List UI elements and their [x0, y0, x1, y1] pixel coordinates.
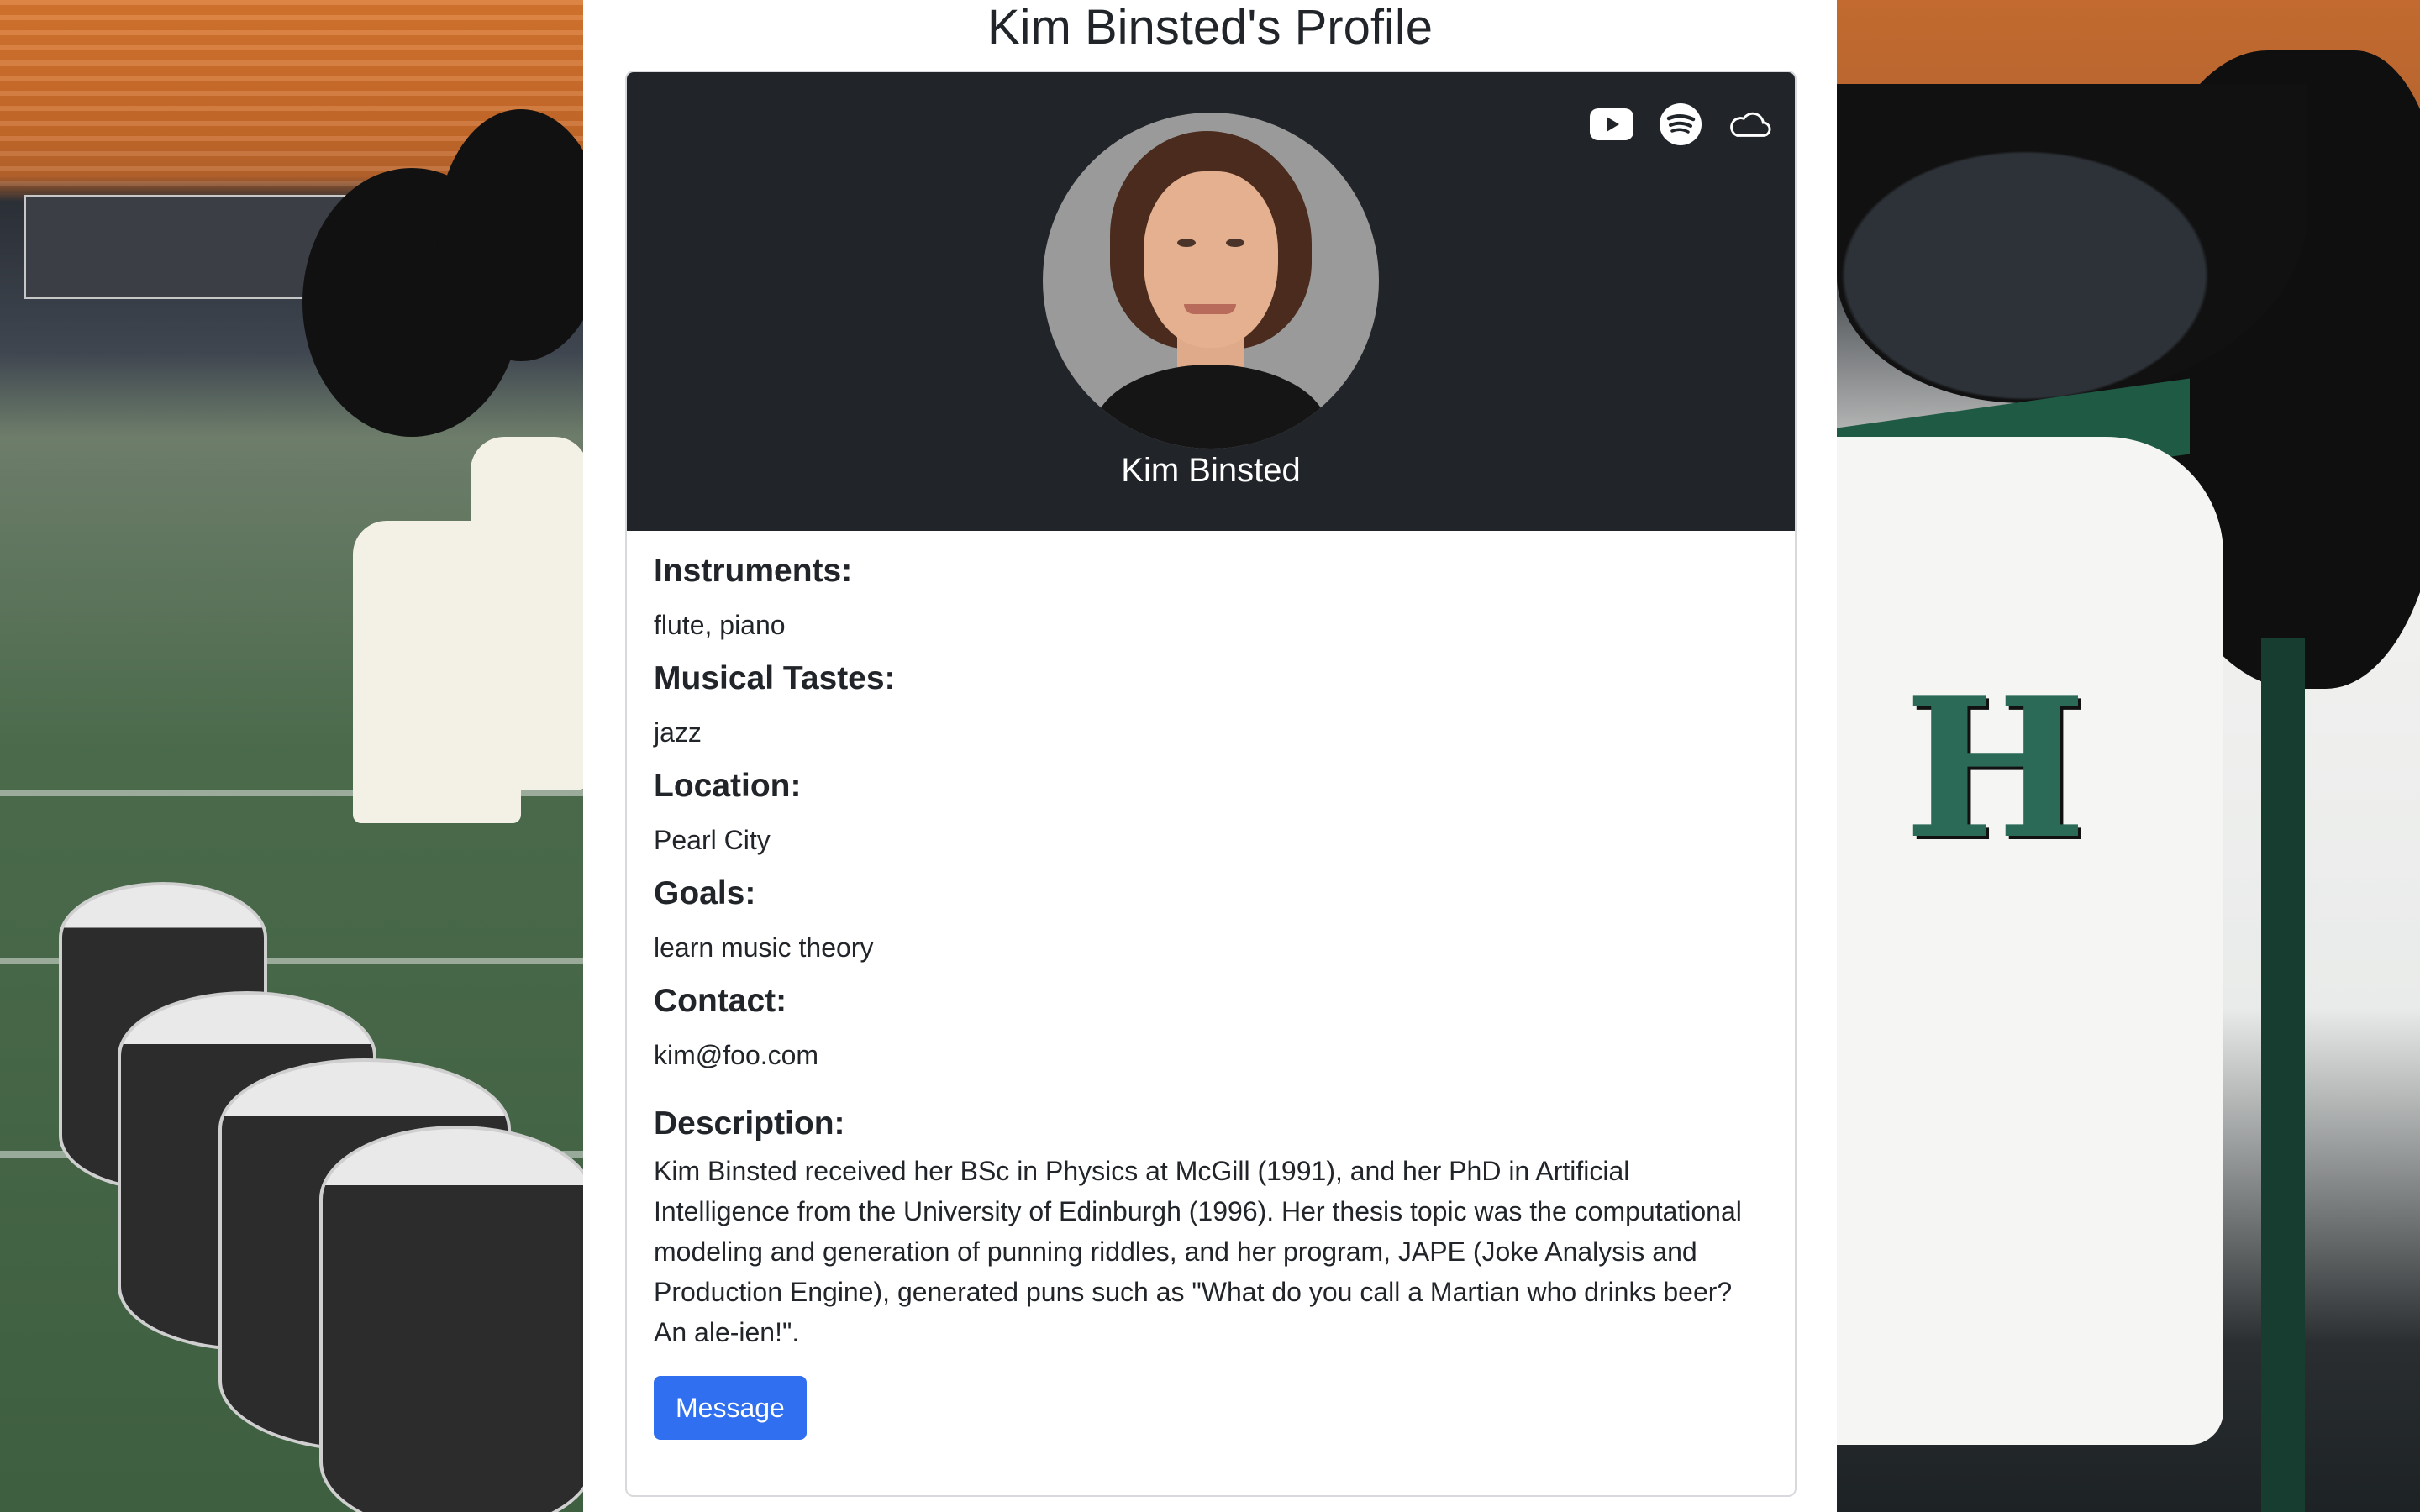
field-value: kim@foo.com [654, 1040, 819, 1070]
description-label: Description: [654, 1105, 845, 1142]
band-member-uniform [1837, 437, 2223, 1445]
field-value: learn music theory [654, 932, 874, 963]
band-member-plume [437, 109, 605, 361]
avatar-eye [1226, 239, 1244, 247]
profile-card-header: Kim Binsted [627, 72, 1795, 531]
avatar-face [1144, 171, 1278, 348]
avatar [1043, 113, 1379, 449]
field-value: flute, piano [654, 610, 786, 640]
profile-details: Instruments: flute, piano Musical Tastes… [654, 548, 1768, 1440]
stadium-banner [24, 195, 348, 299]
profile-container: Kim Binsted's Profile Kim Binsted Instru… [583, 0, 1837, 1512]
description-text: Kim Binsted received her BSc in Physics … [654, 1156, 1742, 1347]
avatar-eye [1177, 239, 1196, 247]
field-goals: Goals: learn music theory [654, 870, 1768, 978]
field-label: Location: [654, 768, 802, 804]
profile-card: Kim Binsted Instruments: flute, piano Mu… [625, 71, 1797, 1497]
social-links [1590, 102, 1771, 146]
band-member-uniform [471, 437, 588, 790]
background-left-marching-band [0, 0, 605, 1512]
field-value: jazz [654, 717, 702, 748]
field-label: Musical Tastes: [654, 660, 896, 696]
field-musical-tastes: Musical Tastes: jazz [654, 655, 1768, 763]
youtube-icon[interactable] [1590, 102, 1634, 146]
spotify-icon[interactable] [1659, 102, 1702, 146]
avatar-mouth [1184, 304, 1236, 314]
field-contact: Contact: kim@foo.com [654, 978, 1768, 1085]
message-button[interactable]: Message [654, 1376, 807, 1440]
soundcloud-icon[interactable] [1728, 102, 1771, 146]
profile-name: Kim Binsted [1121, 452, 1301, 489]
field-label: Instruments: [654, 553, 853, 589]
uniform-logo: H [1904, 655, 2087, 882]
field-label: Goals: [654, 875, 756, 911]
uniform-stripe [2261, 638, 2305, 1512]
field-label: Contact: [654, 983, 787, 1019]
page-title: Kim Binsted's Profile [986, 0, 1434, 55]
background-right-marching-band: H [1837, 0, 2420, 1512]
avatar-jacket [1093, 365, 1328, 449]
field-location: Location: Pearl City [654, 763, 1768, 870]
snare-drum [319, 1126, 595, 1512]
field-instruments: Instruments: flute, piano [654, 548, 1768, 655]
field-value: Pearl City [654, 825, 771, 855]
